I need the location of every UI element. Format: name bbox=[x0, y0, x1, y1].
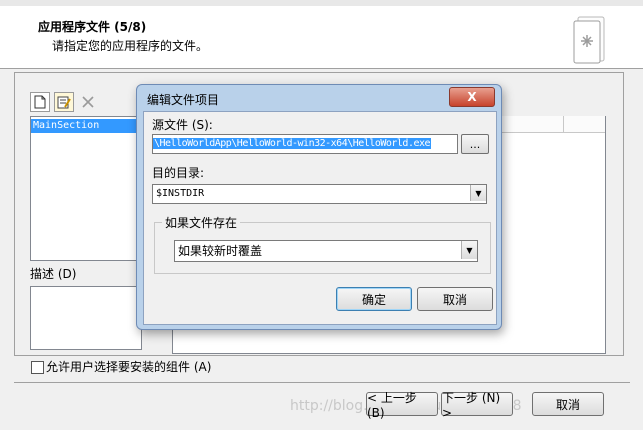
source-file-value: \HelloWorldApp\HelloWorld-win32-x64\Hell… bbox=[153, 138, 432, 149]
edit-icon bbox=[57, 96, 71, 109]
allow-select-label[interactable]: 允许用户选择要安装的组件 (A) bbox=[46, 358, 211, 375]
delete-button[interactable] bbox=[78, 92, 98, 112]
destination-label: 目的目录: bbox=[152, 166, 205, 180]
dialog-cancel-button[interactable]: 取消 bbox=[417, 287, 493, 311]
divider bbox=[14, 382, 630, 383]
column-header[interactable] bbox=[500, 116, 563, 133]
if-exists-select[interactable]: 如果较新时覆盖 ▼ bbox=[174, 240, 478, 262]
edit-file-button[interactable] bbox=[54, 92, 74, 112]
new-file-icon bbox=[34, 95, 46, 109]
page-subtitle: 请指定您的应用程序的文件。 bbox=[52, 39, 209, 53]
description-label: 描述 (D) bbox=[30, 267, 77, 281]
new-file-button[interactable] bbox=[30, 92, 50, 112]
browse-button[interactable]: ... bbox=[461, 134, 489, 154]
page-title: 应用程序文件 (5/8) bbox=[38, 20, 147, 34]
back-button[interactable]: < 上一步 (B) bbox=[366, 391, 438, 420]
source-label: 源文件 (S): bbox=[152, 118, 213, 132]
destination-select[interactable]: $INSTDIR ▼ bbox=[152, 184, 487, 204]
dialog-body: 源文件 (S): \HelloWorldApp\HelloWorld-win32… bbox=[143, 111, 497, 325]
chevron-down-icon[interactable]: ▼ bbox=[470, 185, 486, 201]
destination-value: $INSTDIR bbox=[156, 188, 205, 199]
wizard-header: 应用程序文件 (5/8) 请指定您的应用程序的文件。 bbox=[0, 6, 643, 69]
allow-select-checkbox[interactable] bbox=[31, 361, 44, 374]
description-box bbox=[30, 286, 142, 350]
column-header[interactable] bbox=[563, 116, 605, 133]
source-file-input[interactable]: \HelloWorldApp\HelloWorld-win32-x64\Hell… bbox=[152, 134, 458, 154]
list-item[interactable]: MainSection bbox=[31, 119, 141, 133]
dialog-title: 编辑文件项目 bbox=[147, 93, 220, 107]
if-exists-group-label: 如果文件存在 bbox=[162, 214, 241, 231]
wizard-cancel-button[interactable]: 取消 bbox=[532, 392, 604, 416]
document-star-icon bbox=[573, 16, 605, 64]
close-icon: X bbox=[467, 90, 477, 104]
if-exists-value: 如果较新时覆盖 bbox=[178, 244, 263, 258]
close-button[interactable]: X bbox=[449, 87, 495, 107]
chevron-down-icon[interactable]: ▼ bbox=[461, 241, 477, 259]
section-list[interactable]: MainSection bbox=[30, 116, 142, 261]
delete-x-icon bbox=[82, 96, 94, 108]
ok-button[interactable]: 确定 bbox=[336, 287, 412, 311]
next-button[interactable]: 下一步 (N) > bbox=[441, 391, 513, 420]
edit-file-dialog: 编辑文件项目 X 源文件 (S): \HelloWorldApp\HelloWo… bbox=[136, 84, 502, 330]
